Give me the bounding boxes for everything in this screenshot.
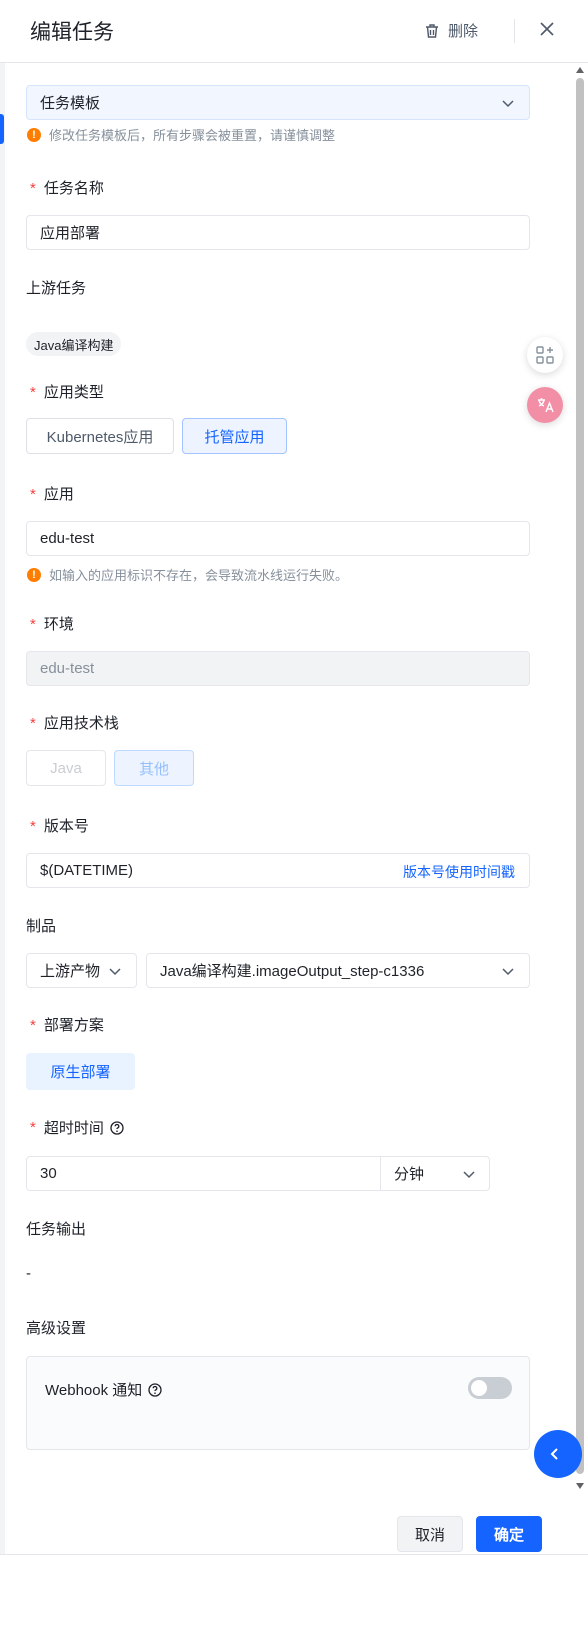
task-name-value: 应用部署 [40,225,101,242]
drawer-header: 编辑任务 删除 [0,0,588,63]
scrollbar-thumb[interactable] [576,78,584,1474]
drawer-footer: 取消 [0,1554,588,1627]
app-type-hosted[interactable]: 托管应用 [182,418,287,454]
tech-stack-java: Java [26,750,106,786]
vertical-scrollbar[interactable] [573,64,587,1492]
app-input[interactable]: edu-test [26,521,530,556]
chevron-left-icon [550,1448,558,1460]
app-warning: ! 如输入的应用标识不存在，会导致流水线运行失败。 [27,565,348,584]
template-select[interactable]: 任务模板 [26,85,530,120]
advanced-label: 高级设置 [26,1320,87,1337]
artifact-value: Java编译构建.imageOutput_step-c1336 [160,963,425,980]
timeout-input[interactable]: 30 分钟 [26,1156,490,1191]
artifact-select[interactable]: Java编译构建.imageOutput_step-c1336 [146,953,530,988]
timeout-value: 30 [40,1165,57,1182]
app-type-label: * 应用类型 [30,384,104,401]
chevron-down-icon [109,968,121,976]
left-active-tab[interactable] [0,114,4,144]
env-value: edu-test [40,660,95,677]
version-label: * 版本号 [30,818,89,835]
translate-button[interactable] [527,387,563,423]
output-value: - [26,1265,31,1282]
artifact-source-value: 上游产物 [40,963,101,980]
scroll-down-arrow-icon[interactable] [575,1482,585,1490]
tech-stack-other: 其他 [114,750,194,786]
grid-plus-icon [536,346,554,364]
app-value: edu-test [40,530,95,547]
chevron-down-icon [463,1171,475,1179]
delete-label: 删除 [448,23,479,40]
deploy-label: * 部署方案 [30,1017,104,1034]
env-input-disabled: edu-test [26,651,530,686]
version-input[interactable]: $(DATETIME) 版本号使用时间戳 [26,853,530,888]
tech-stack-label: * 应用技术栈 [30,715,119,732]
artifact-source-select[interactable]: 上游产物 [26,953,137,988]
confirm-button[interactable]: 确定 [476,1516,542,1552]
template-value: 任务模板 [40,95,101,112]
delete-button[interactable]: 删除 [424,20,478,41]
timeout-unit-select[interactable]: 分钟 [380,1157,490,1190]
toggle-knob [471,1380,487,1396]
app-label: * 应用 [30,486,74,503]
deploy-native-option[interactable]: 原生部署 [26,1053,135,1090]
upstream-tag: Java编译构建 [26,332,122,356]
app-warning-text: 如输入的应用标识不存在，会导致流水线运行失败。 [49,568,349,583]
help-icon[interactable] [148,1382,162,1397]
left-strip [0,62,5,1554]
close-icon[interactable] [536,18,558,40]
template-warning: ! 修改任务模板后，所有步骤会被重置，请谨慎调整 [27,125,335,144]
task-name-input[interactable]: 应用部署 [26,215,530,250]
help-icon[interactable] [110,1120,124,1135]
header-divider [514,19,515,43]
webhook-label: Webhook 通知 [45,1379,162,1400]
artifact-label: 制品 [26,918,57,935]
drawer-title: 编辑任务 [30,21,114,44]
upstream-label: 上游任务 [26,280,87,297]
warning-icon: ! [27,567,41,582]
chevron-down-icon [502,100,514,108]
advanced-panel: Webhook 通知 [26,1356,530,1450]
webhook-toggle[interactable] [468,1377,512,1399]
env-label: * 环境 [30,616,74,633]
cancel-button[interactable]: 取消 [397,1516,463,1552]
timeout-unit-value: 分钟 [394,1166,425,1183]
version-value: $(DATETIME) [40,862,134,879]
template-warning-text: 修改任务模板后，所有步骤会被重置，请谨慎调整 [49,128,336,143]
timeout-label: * 超时时间 [30,1117,124,1138]
scroll-up-arrow-icon[interactable] [575,66,585,74]
app-type-kubernetes[interactable]: Kubernetes应用 [26,418,174,454]
version-timestamp-link[interactable]: 版本号使用时间戳 [403,862,515,882]
translate-icon [538,398,554,413]
chevron-down-icon [502,968,514,976]
output-label: 任务输出 [26,1221,87,1238]
task-name-label: * 任务名称 [30,180,104,197]
add-widget-button[interactable] [527,337,563,373]
collapse-side-button[interactable] [534,1430,582,1478]
warning-icon: ! [27,127,41,142]
trash-icon [426,23,438,38]
